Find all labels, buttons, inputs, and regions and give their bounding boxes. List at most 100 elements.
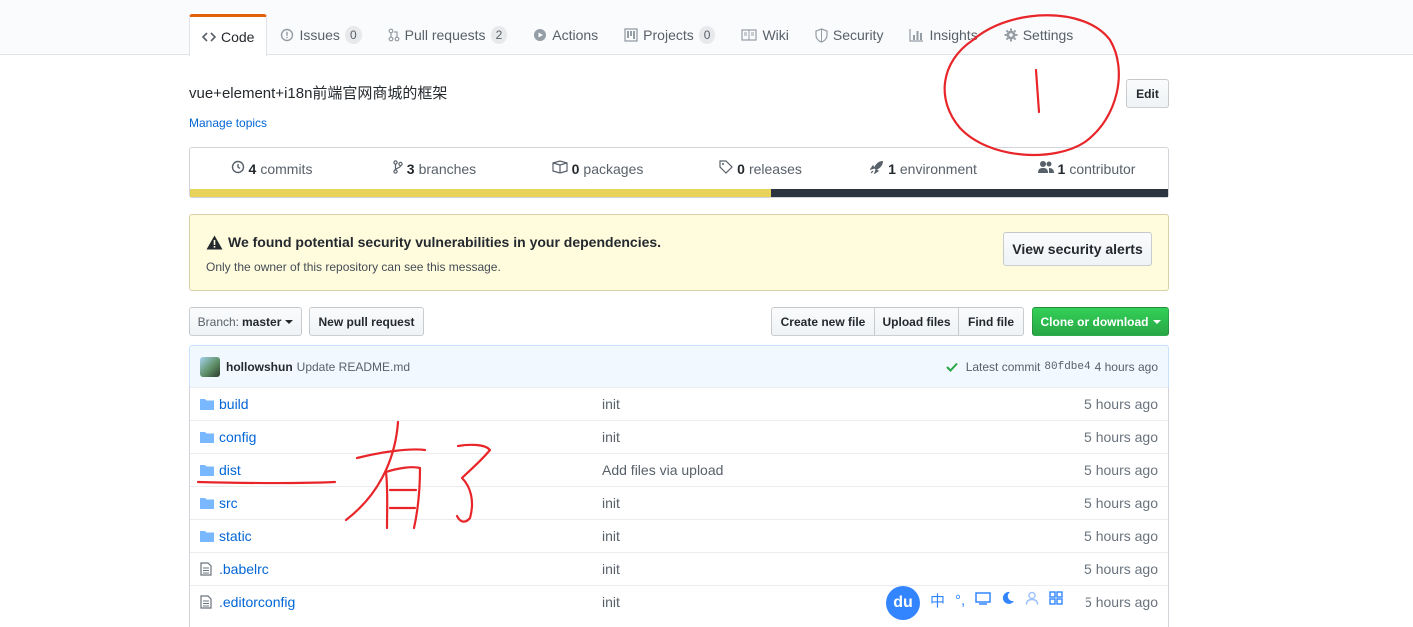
annotation-number-one xyxy=(1034,68,1041,114)
shield-icon xyxy=(815,27,828,43)
file-name-link[interactable]: static xyxy=(219,528,252,544)
packages-link[interactable]: 0 packages xyxy=(516,160,679,177)
file-commit-message[interactable]: init xyxy=(602,594,620,610)
grid-menu-icon[interactable] xyxy=(1049,591,1063,609)
tab-insights[interactable]: Insights xyxy=(896,14,990,55)
packages-count: 0 xyxy=(571,160,580,177)
pull-requests-counter: 2 xyxy=(490,26,508,44)
book-icon xyxy=(741,28,758,42)
environment-link[interactable]: 1 environment xyxy=(842,160,1005,177)
file-commit-message[interactable]: init xyxy=(602,396,620,412)
tab-actions[interactable]: Actions xyxy=(520,14,611,55)
issues-counter: 0 xyxy=(344,26,362,44)
alert-icon xyxy=(206,235,223,250)
code-icon xyxy=(202,30,216,44)
file-age: 5 hours ago xyxy=(1084,594,1158,610)
file-commit-message[interactable]: init xyxy=(602,528,620,544)
tab-issues-label: Issues xyxy=(299,27,340,43)
file-commit-message[interactable]: Add files via upload xyxy=(602,462,723,478)
tab-projects[interactable]: Projects 0 xyxy=(611,14,728,55)
file-commit-message[interactable]: init xyxy=(602,561,620,577)
tab-issues[interactable]: Issues 0 xyxy=(267,14,374,55)
file-name-link[interactable]: config xyxy=(219,429,256,445)
folder-icon xyxy=(200,529,214,545)
file-commit-message[interactable]: init xyxy=(602,429,620,445)
tab-settings-label: Settings xyxy=(1022,27,1074,43)
file-name-link[interactable]: .editorconfig xyxy=(219,594,295,610)
releases-link[interactable]: 0 releases xyxy=(679,160,842,177)
upload-files-button[interactable]: Upload files xyxy=(874,307,959,336)
file-name-link[interactable]: build xyxy=(219,396,249,412)
create-new-file-button[interactable]: Create new file xyxy=(771,307,875,336)
branch-select-button[interactable]: Branch: master xyxy=(189,307,302,336)
tab-wiki[interactable]: Wiki xyxy=(728,14,801,55)
file-commit-message[interactable]: init xyxy=(602,495,620,511)
security-alert-subtitle: Only the owner of this repository can se… xyxy=(206,260,501,274)
user-icon[interactable] xyxy=(1025,591,1039,609)
file-icon xyxy=(200,562,212,579)
moon-icon[interactable] xyxy=(1001,591,1015,609)
tab-settings[interactable]: Settings xyxy=(991,14,1087,55)
branches-count: 3 xyxy=(406,160,415,177)
file-name-link[interactable]: .babelrc xyxy=(219,561,269,577)
ime-lang-toggle[interactable]: 中 xyxy=(930,590,945,611)
repo-tabs: Code Issues 0 Pull requests 2 Actions Pr… xyxy=(189,14,1087,56)
keyboard-icon[interactable] xyxy=(975,591,991,609)
contributor-label: contributor xyxy=(1069,160,1136,177)
branches-link[interactable]: 3 branches xyxy=(353,160,516,177)
tab-pull-requests[interactable]: Pull requests 2 xyxy=(375,14,521,55)
clone-or-download-button[interactable]: Clone or download xyxy=(1032,307,1169,336)
branches-label: branches xyxy=(418,160,477,177)
security-alert-banner: We found potential security vulnerabilit… xyxy=(189,214,1169,291)
commit-meta: Latest commit 80fdbe4 4 hours ago xyxy=(945,359,1158,374)
tab-security[interactable]: Security xyxy=(802,14,897,55)
file-name-link[interactable]: dist xyxy=(219,462,241,478)
folder-icon xyxy=(200,463,214,479)
view-security-alerts-button[interactable]: View security alerts xyxy=(1003,232,1152,266)
branch-name: master xyxy=(242,314,282,329)
environment-label: environment xyxy=(899,160,977,177)
ime-logo[interactable]: du xyxy=(886,586,920,620)
commit-age: 4 hours ago xyxy=(1094,359,1158,374)
tab-code-label: Code xyxy=(221,28,255,45)
commits-link[interactable]: 4 commits xyxy=(190,160,353,177)
file-age: 5 hours ago xyxy=(1084,561,1158,577)
file-age: 5 hours ago xyxy=(1084,462,1158,478)
tab-projects-label: Projects xyxy=(643,27,694,43)
commit-sha[interactable]: 80fdbe4 xyxy=(1044,361,1090,373)
latest-commit-bar: hollowshun Update README.md Latest commi… xyxy=(189,345,1169,388)
ime-toolbar: du 中 °, xyxy=(886,586,1086,620)
table-row: src init 5 hours ago xyxy=(190,486,1168,519)
commits-count: 4 xyxy=(248,160,257,177)
table-row: static init 5 hours ago xyxy=(190,519,1168,552)
language-bar-segment xyxy=(190,189,771,197)
ime-punctuation-toggle[interactable]: °, xyxy=(955,592,965,609)
find-file-button[interactable]: Find file xyxy=(958,307,1024,336)
repo-nav-bar: Code Issues 0 Pull requests 2 Actions Pr… xyxy=(0,0,1413,56)
language-bar[interactable] xyxy=(190,189,1168,197)
package-icon xyxy=(552,160,568,177)
file-age: 5 hours ago xyxy=(1084,396,1158,412)
graph-icon xyxy=(909,28,924,42)
new-pull-request-button[interactable]: New pull request xyxy=(309,307,424,336)
edit-description-button[interactable]: Edit xyxy=(1126,79,1169,108)
play-icon xyxy=(533,28,547,42)
folder-icon xyxy=(200,397,214,413)
tab-code[interactable]: Code xyxy=(189,14,268,56)
contributor-count: 1 xyxy=(1057,160,1066,177)
file-icon xyxy=(200,595,212,612)
security-alert-heading: We found potential security vulnerabilit… xyxy=(206,234,661,250)
folder-icon xyxy=(200,430,214,446)
avatar[interactable] xyxy=(200,356,220,377)
file-name-link[interactable]: src xyxy=(219,495,238,511)
clone-or-download-label: Clone or download xyxy=(1040,314,1149,329)
folder-icon xyxy=(200,496,214,512)
commit-author[interactable]: hollowshun xyxy=(226,360,293,374)
check-icon xyxy=(945,362,958,372)
commit-message[interactable]: Update README.md xyxy=(297,360,410,374)
chevron-down-icon xyxy=(1152,319,1161,324)
pull-request-icon xyxy=(388,28,400,42)
manage-topics-link[interactable]: Manage topics xyxy=(189,116,267,130)
tab-insights-label: Insights xyxy=(929,27,978,43)
contributors-link[interactable]: 1 contributor xyxy=(1005,160,1168,177)
